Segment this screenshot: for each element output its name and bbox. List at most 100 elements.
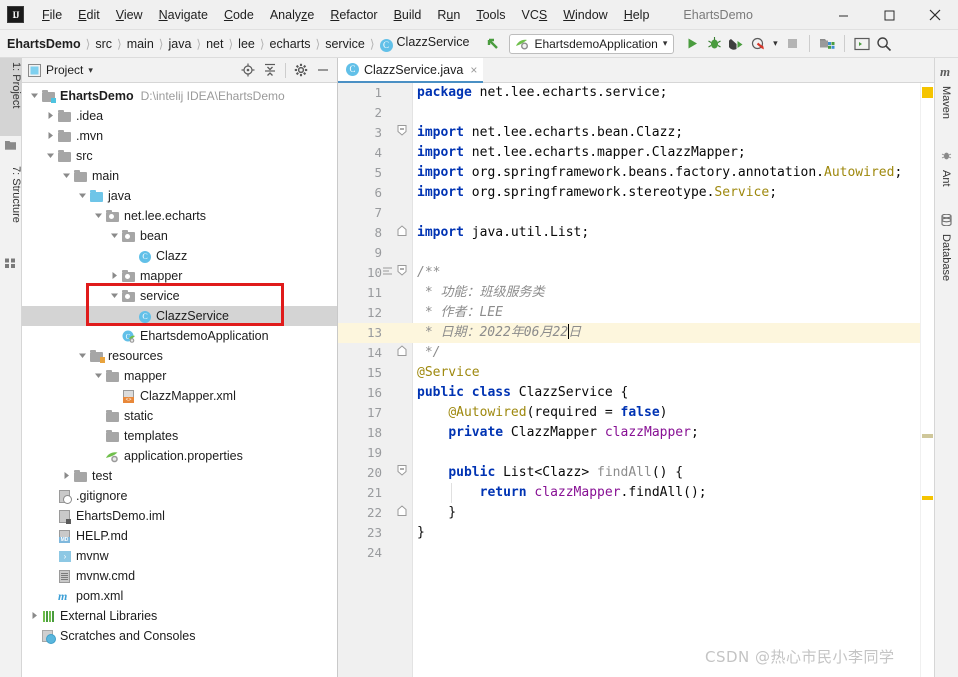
close-icon[interactable] xyxy=(912,0,958,30)
fold-end-icon[interactable] xyxy=(396,343,408,363)
collapse-all-icon[interactable] xyxy=(260,60,280,80)
warning-marker[interactable] xyxy=(922,496,933,500)
code-line[interactable]: 8 import java.util.List; xyxy=(338,223,934,243)
code-line[interactable]: 18 private ClazzMapper clazzMapper; xyxy=(338,423,934,443)
menu-refactor[interactable]: Refactor xyxy=(322,5,385,25)
code-line[interactable]: 20 public List<Clazz> findAll() { xyxy=(338,463,934,483)
menu-navigate[interactable]: Navigate xyxy=(151,5,216,25)
breadcrumb-item-main[interactable]: main xyxy=(127,37,154,51)
code-line[interactable]: 22 } xyxy=(338,503,934,523)
tree-item-net-lee-echarts[interactable]: net.lee.echarts xyxy=(22,206,337,226)
menu-code[interactable]: Code xyxy=(216,5,262,25)
tree-item-clazz[interactable]: C Clazz xyxy=(22,246,337,266)
tree-item-mvnw-cmd[interactable]: mvnw.cmd xyxy=(22,566,337,586)
menu-run[interactable]: Run xyxy=(429,5,468,25)
code-line[interactable]: 12 * 作者：LEE xyxy=(338,303,934,323)
breadcrumb-item-net[interactable]: net xyxy=(206,37,223,51)
sidebar-tab-maven[interactable]: Maven xyxy=(934,82,958,140)
chevron-down-icon[interactable] xyxy=(30,89,41,103)
menu-edit[interactable]: Edit xyxy=(70,5,108,25)
code-line[interactable]: 7 xyxy=(338,203,934,223)
chevron-right-icon[interactable] xyxy=(110,269,121,283)
code-line[interactable]: 14 */ xyxy=(338,343,934,363)
code-line[interactable]: 5 import org.springframework.beans.factor… xyxy=(338,163,934,183)
tree-item-gitignore[interactable]: .gitignore xyxy=(22,486,337,506)
sidebar-tab-project[interactable]: 1: Project xyxy=(0,58,22,136)
fold-collapse-icon[interactable] xyxy=(396,263,408,283)
chevron-down-icon[interactable] xyxy=(94,209,105,223)
sidebar-tab-database[interactable]: Database xyxy=(934,230,958,298)
menu-build[interactable]: Build xyxy=(386,5,430,25)
minimize-icon[interactable] xyxy=(820,0,866,30)
tree-item-bean[interactable]: bean xyxy=(22,226,337,246)
code-line[interactable]: 24 xyxy=(338,543,934,563)
tree-item-templates[interactable]: templates xyxy=(22,426,337,446)
tree-item-ehartsdemo-iml[interactable]: EhartsDemo.iml xyxy=(22,506,337,526)
tree-item-java[interactable]: java xyxy=(22,186,337,206)
tree-item-external-libraries[interactable]: External Libraries xyxy=(22,606,337,626)
hide-icon[interactable] xyxy=(313,60,333,80)
fold-end-icon[interactable] xyxy=(396,503,408,523)
profiler-icon[interactable] xyxy=(747,33,769,55)
project-structure-icon[interactable] xyxy=(816,33,838,55)
chevron-right-icon[interactable] xyxy=(46,129,57,143)
tree-item-ehartsdemo[interactable]: EhartsDemo D:\intelij IDEA\EhartsDemo xyxy=(22,86,337,106)
breadcrumb-item-echarts[interactable]: echarts xyxy=(270,37,311,51)
chevron-down-icon[interactable] xyxy=(110,229,121,243)
fold-collapse-icon[interactable] xyxy=(396,463,408,483)
menu-tools[interactable]: Tools xyxy=(468,5,513,25)
code-line[interactable]: 4 import net.lee.echarts.mapper.ClazzMapp… xyxy=(338,143,934,163)
chevron-right-icon[interactable] xyxy=(46,109,57,123)
warning-marker[interactable] xyxy=(922,87,933,98)
tree-item-test[interactable]: test xyxy=(22,466,337,486)
chevron-down-icon[interactable] xyxy=(78,349,89,363)
chevron-down-icon[interactable] xyxy=(62,169,73,183)
search-everywhere-icon[interactable] xyxy=(873,33,895,55)
tree-item-mvnw[interactable]: › mvnw xyxy=(22,546,337,566)
chevron-down-icon[interactable] xyxy=(78,189,89,203)
editor-tab-clazzservice[interactable]: C ClazzService.java × xyxy=(338,58,484,83)
tree-item-application-properties[interactable]: application.properties xyxy=(22,446,337,466)
tree-item-resources[interactable]: resources xyxy=(22,346,337,366)
run-with-coverage-icon[interactable] xyxy=(725,33,747,55)
code-line[interactable]: 15 @Service xyxy=(338,363,934,383)
navigate-up-icon[interactable] xyxy=(483,33,505,55)
profiler-dropdown-icon[interactable]: ▾ xyxy=(769,33,781,55)
breadcrumb-item-lee[interactable]: lee xyxy=(238,37,255,51)
tree-item-clazzservice[interactable]: C ClazzService xyxy=(22,306,337,326)
tree-item-pom-xml[interactable]: m pom.xml xyxy=(22,586,337,606)
code-line[interactable]: 21 return clazzMapper.findAll(); xyxy=(338,483,934,503)
menu-analyze[interactable]: Analyze xyxy=(262,5,322,25)
chevron-down-icon[interactable] xyxy=(94,369,105,383)
menu-view[interactable]: View xyxy=(108,5,151,25)
code-line[interactable]: 23} xyxy=(338,523,934,543)
tree-item-static[interactable]: static xyxy=(22,406,337,426)
breadcrumb-item-clazzservice[interactable]: C ClazzService xyxy=(379,35,469,52)
code-line[interactable]: 11 * 功能：班级服务类 xyxy=(338,283,934,303)
code-line[interactable]: 3 import net.lee.echarts.bean.Clazz; xyxy=(338,123,934,143)
settings-gear-icon[interactable] xyxy=(291,60,311,80)
breadcrumb-item-java[interactable]: java xyxy=(168,37,191,51)
locate-icon[interactable] xyxy=(238,60,258,80)
menu-help[interactable]: Help xyxy=(616,5,658,25)
fold-end-icon[interactable] xyxy=(396,223,408,243)
change-marker[interactable] xyxy=(922,434,933,438)
code-line[interactable]: 6 import org.springframework.stereotype.S… xyxy=(338,183,934,203)
breadcrumb-item-src[interactable]: src xyxy=(95,37,112,51)
sidebar-tab-ant[interactable]: Ant xyxy=(934,166,958,202)
sidebar-tab-structure[interactable]: 7: Structure xyxy=(0,162,22,252)
tree-item-idea[interactable]: .idea xyxy=(22,106,337,126)
breadcrumb-item-service[interactable]: service xyxy=(325,37,365,51)
code-line[interactable]: 10 /** xyxy=(338,263,934,283)
maximize-icon[interactable] xyxy=(866,0,912,30)
menu-file[interactable]: File xyxy=(34,5,70,25)
code-line[interactable]: 19 xyxy=(338,443,934,463)
terminal-icon[interactable] xyxy=(851,33,873,55)
chevron-down-icon[interactable]: ▾ xyxy=(88,65,93,76)
chevron-down-icon[interactable] xyxy=(46,149,57,163)
run-icon[interactable] xyxy=(681,33,703,55)
tree-item-service[interactable]: service xyxy=(22,286,337,306)
tree-item-mvn[interactable]: .mvn xyxy=(22,126,337,146)
project-tree[interactable]: EhartsDemo D:\intelij IDEA\EhartsDemo .ide… xyxy=(22,83,337,646)
tree-item-clazzmapper-xml[interactable]: <> ClazzMapper.xml xyxy=(22,386,337,406)
